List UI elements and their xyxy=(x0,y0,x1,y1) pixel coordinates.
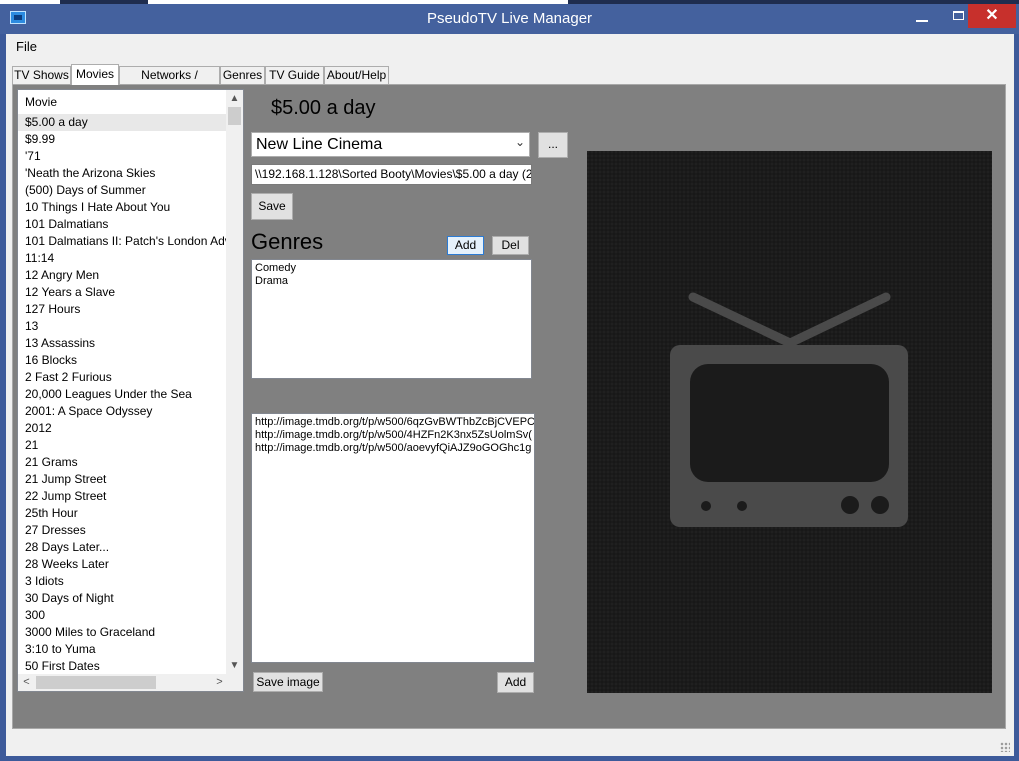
scroll-corner xyxy=(226,674,243,691)
vertical-scroll-thumb[interactable] xyxy=(228,107,241,125)
list-item[interactable]: $5.00 a day xyxy=(18,114,228,131)
tab-about-help[interactable]: About/Help xyxy=(324,66,389,84)
horizontal-scroll-thumb[interactable] xyxy=(36,676,156,689)
tv-icon xyxy=(587,151,992,693)
list-item[interactable]: 28 Weeks Later xyxy=(18,556,228,573)
list-item[interactable]: 300 xyxy=(18,607,228,624)
list-item[interactable]: 3000 Miles to Graceland xyxy=(18,624,228,641)
list-item[interactable]: http://image.tmdb.org/t/p/w500/aoevyfQiA… xyxy=(255,442,534,455)
minimize-icon xyxy=(916,20,928,22)
list-item[interactable]: 30 Days of Night xyxy=(18,590,228,607)
list-item[interactable]: 20,000 Leagues Under the Sea xyxy=(18,386,228,403)
vertical-scrollbar[interactable]: ▲ ▼ xyxy=(226,90,243,674)
title-bar[interactable]: PseudoTV Live Manager ✕ xyxy=(0,0,1019,34)
add-image-button[interactable]: Add xyxy=(497,672,534,693)
close-icon: ✕ xyxy=(985,7,999,24)
scroll-up-icon[interactable]: ▲ xyxy=(226,90,243,107)
app-window: PseudoTV Live Manager ✕ File TV Shows Mo… xyxy=(0,0,1019,761)
list-item[interactable]: Drama xyxy=(255,275,531,288)
list-item[interactable]: 101 Dalmatians xyxy=(18,216,228,233)
list-item[interactable]: http://image.tmdb.org/t/p/w500/4HZFn2K3n… xyxy=(255,429,534,442)
movie-title: $5.00 a day xyxy=(271,97,376,119)
genres-heading: Genres xyxy=(251,229,324,254)
list-item[interactable]: 21 Grams xyxy=(18,454,228,471)
scroll-left-icon[interactable]: < xyxy=(18,674,35,691)
list-item[interactable]: (500) Days of Summer xyxy=(18,182,228,199)
list-item[interactable]: 27 Dresses xyxy=(18,522,228,539)
tab-movies[interactable]: Movies xyxy=(71,64,119,85)
resize-grip-icon[interactable] xyxy=(1000,742,1010,752)
status-bar xyxy=(6,734,1014,756)
list-item[interactable]: 12 Years a Slave xyxy=(18,284,228,301)
studio-select[interactable]: New Line Cinema ⌄ xyxy=(251,132,530,157)
list-item[interactable]: 10 Things I Hate About You xyxy=(18,199,228,216)
list-item[interactable]: 21 xyxy=(18,437,228,454)
studio-select-value: New Line Cinema xyxy=(256,136,383,153)
list-item[interactable]: 12 Angry Men xyxy=(18,267,228,284)
list-item[interactable]: Comedy xyxy=(255,262,531,275)
list-item[interactable]: 13 xyxy=(18,318,228,335)
tab-genres[interactable]: Genres xyxy=(220,66,265,84)
add-genre-button[interactable]: Add xyxy=(447,236,484,255)
movie-list-header[interactable]: Movie xyxy=(18,90,228,112)
list-item[interactable]: 101 Dalmatians II: Patch's London Advent… xyxy=(18,233,228,250)
list-item[interactable]: 22 Jump Street xyxy=(18,488,228,505)
list-item[interactable]: 'Neath the Arizona Skies xyxy=(18,165,228,182)
list-item[interactable]: 50 First Dates xyxy=(18,658,228,675)
image-url-list[interactable]: http://image.tmdb.org/t/p/w500/6qzGvBWTh… xyxy=(251,413,535,663)
list-item[interactable]: 2001: A Space Odyssey xyxy=(18,403,228,420)
poster-preview xyxy=(587,151,992,693)
save-button[interactable]: Save xyxy=(251,193,293,220)
browse-button[interactable]: ... xyxy=(538,132,568,158)
tab-networks-studios[interactable]: Networks / Studios xyxy=(119,66,220,99)
save-image-button[interactable]: Save image xyxy=(253,672,323,692)
menu-bar: File xyxy=(6,34,1014,58)
list-item[interactable]: 11:14 xyxy=(18,250,228,267)
list-item[interactable]: 16 Blocks xyxy=(18,352,228,369)
list-item[interactable]: 127 Hours xyxy=(18,301,228,318)
tab-tv-shows[interactable]: TV Shows xyxy=(12,66,71,84)
title-strip xyxy=(0,0,1019,4)
list-item[interactable]: $9.99 xyxy=(18,131,228,148)
movie-list[interactable]: Movie $5.00 a day $9.99'71 'Neath the Ariz… xyxy=(17,89,244,692)
delete-genre-button[interactable]: Del xyxy=(492,236,529,255)
list-item[interactable]: 21 Jump Street xyxy=(18,471,228,488)
list-item[interactable]: '71 xyxy=(18,148,228,165)
close-button[interactable]: ✕ xyxy=(968,4,1016,28)
minimize-button[interactable] xyxy=(902,4,942,28)
chevron-down-icon[interactable]: ⌄ xyxy=(515,135,525,149)
list-item[interactable]: 2012 xyxy=(18,420,228,437)
movies-panel: Movie $5.00 a day $9.99'71 'Neath the Ariz… xyxy=(12,84,1006,729)
list-item[interactable]: 28 Days Later... xyxy=(18,539,228,556)
file-path-field[interactable]: \\192.168.1.128\Sorted Booty\Movies\$5.0… xyxy=(251,164,532,185)
list-item[interactable]: 2 Fast 2 Furious xyxy=(18,369,228,386)
menu-file[interactable]: File xyxy=(16,39,37,54)
list-item[interactable]: 13 Assassins xyxy=(18,335,228,352)
scroll-down-icon[interactable]: ▼ xyxy=(226,657,243,674)
list-item[interactable]: 25th Hour xyxy=(18,505,228,522)
client-area: File TV Shows Movies Networks / Studios … xyxy=(6,34,1014,756)
horizontal-scrollbar[interactable]: < > xyxy=(18,674,228,691)
genre-list[interactable]: Comedy Drama xyxy=(251,259,532,379)
list-item[interactable]: 3:10 to Yuma xyxy=(18,641,228,658)
movie-list-items: $5.00 a day $9.99'71 'Neath the Arizona Sk… xyxy=(18,114,228,675)
window-title: PseudoTV Live Manager xyxy=(426,10,593,27)
maximize-icon xyxy=(952,11,964,20)
tab-tv-guide[interactable]: TV Guide xyxy=(265,66,324,84)
list-item[interactable]: 3 Idiots xyxy=(18,573,228,590)
list-item[interactable]: http://image.tmdb.org/t/p/w500/6qzGvBWTh… xyxy=(255,416,534,429)
